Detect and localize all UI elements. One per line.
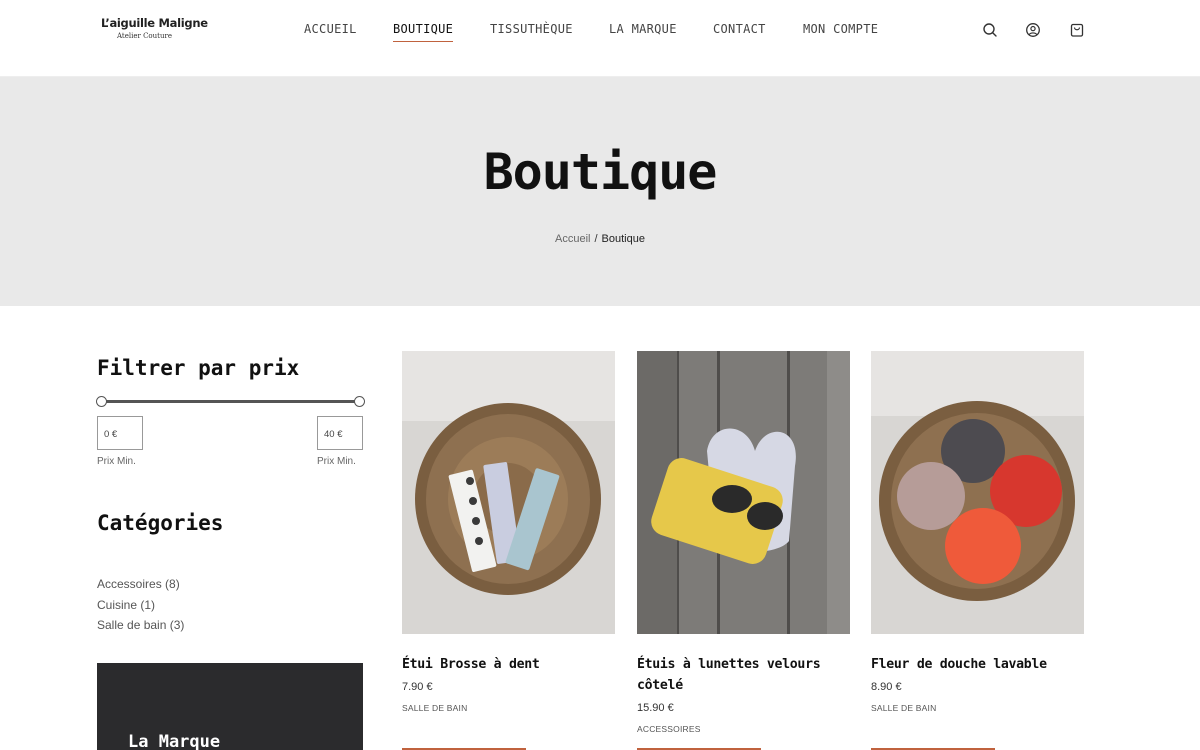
- page-hero: Boutique Accueil / Boutique: [0, 77, 1200, 306]
- max-price-label: Prix Min.: [317, 456, 356, 467]
- categories-title: Catégories: [97, 511, 224, 535]
- product-card: Étui Brosse à dent 7.90 € SALLE DE BAIN: [402, 351, 615, 713]
- product-image-shower-flower[interactable]: [871, 351, 1084, 634]
- nav-item-la-marque[interactable]: LA MARQUE: [609, 22, 677, 36]
- logo-subtitle: Atelier Couture: [117, 32, 172, 40]
- min-price-label: Prix Min.: [97, 456, 136, 467]
- price-filter-title: Filtrer par prix: [97, 356, 300, 380]
- min-price-field[interactable]: 0 €: [97, 416, 143, 450]
- product-title[interactable]: Étuis à lunettes velours côtelé: [637, 654, 850, 696]
- nav-item-contact[interactable]: CONTACT: [713, 22, 766, 36]
- product-card: Étuis à lunettes velours côtelé 15.90 € …: [637, 351, 850, 734]
- product-price: 8.90 €: [871, 681, 902, 693]
- product-title[interactable]: Fleur de douche lavable: [871, 654, 1084, 675]
- category-item-salle-de-bain[interactable]: Salle de bain (3): [97, 615, 184, 636]
- breadcrumb: Accueil / Boutique: [0, 233, 1200, 245]
- category-item-accessoires[interactable]: Accessoires (8): [97, 574, 184, 595]
- product-price: 15.90 €: [637, 702, 674, 714]
- site-logo[interactable]: L’aiguille Maligne Atelier Couture: [101, 16, 208, 40]
- nav-item-mon-compte[interactable]: MON COMPTE: [803, 22, 878, 36]
- breadcrumb-home-link[interactable]: Accueil: [555, 233, 590, 245]
- category-list: Accessoires (8) Cuisine (1) Salle de bai…: [97, 574, 184, 636]
- search-icon[interactable]: [982, 22, 998, 38]
- max-price-field[interactable]: 40 €: [317, 416, 363, 450]
- breadcrumb-current: Boutique: [601, 233, 645, 245]
- price-slider-track[interactable]: [101, 400, 359, 403]
- product-image-glasses-case[interactable]: [637, 351, 850, 634]
- brand-promo-title: La Marque: [128, 732, 221, 750]
- product-card: Fleur de douche lavable 8.90 € SALLE DE …: [871, 351, 1084, 713]
- product-price: 7.90 €: [402, 681, 433, 693]
- cart-icon[interactable]: [1069, 22, 1085, 38]
- product-category-link[interactable]: ACCESSOIRES: [637, 724, 850, 734]
- site-header: L’aiguille Maligne Atelier Couture ACCUE…: [0, 0, 1200, 77]
- page-title: Boutique: [483, 143, 718, 201]
- nav-item-tissutheque[interactable]: TISSUTHÈQUE: [490, 22, 573, 36]
- price-slider-max-handle[interactable]: [354, 396, 365, 407]
- category-item-cuisine[interactable]: Cuisine (1): [97, 595, 184, 616]
- brand-promo-box[interactable]: La Marque: [97, 663, 363, 750]
- breadcrumb-separator: /: [594, 233, 598, 245]
- product-image-toothbrush-case[interactable]: [402, 351, 615, 634]
- nav-item-boutique[interactable]: BOUTIQUE: [393, 22, 454, 42]
- nav-item-accueil[interactable]: ACCUEIL: [304, 22, 357, 36]
- logo-name: L’aiguille Maligne: [101, 16, 208, 30]
- product-category-link[interactable]: SALLE DE BAIN: [871, 703, 1084, 713]
- account-icon[interactable]: [1025, 22, 1041, 38]
- product-category-link[interactable]: SALLE DE BAIN: [402, 703, 615, 713]
- product-title[interactable]: Étui Brosse à dent: [402, 654, 615, 675]
- price-slider-min-handle[interactable]: [96, 396, 107, 407]
